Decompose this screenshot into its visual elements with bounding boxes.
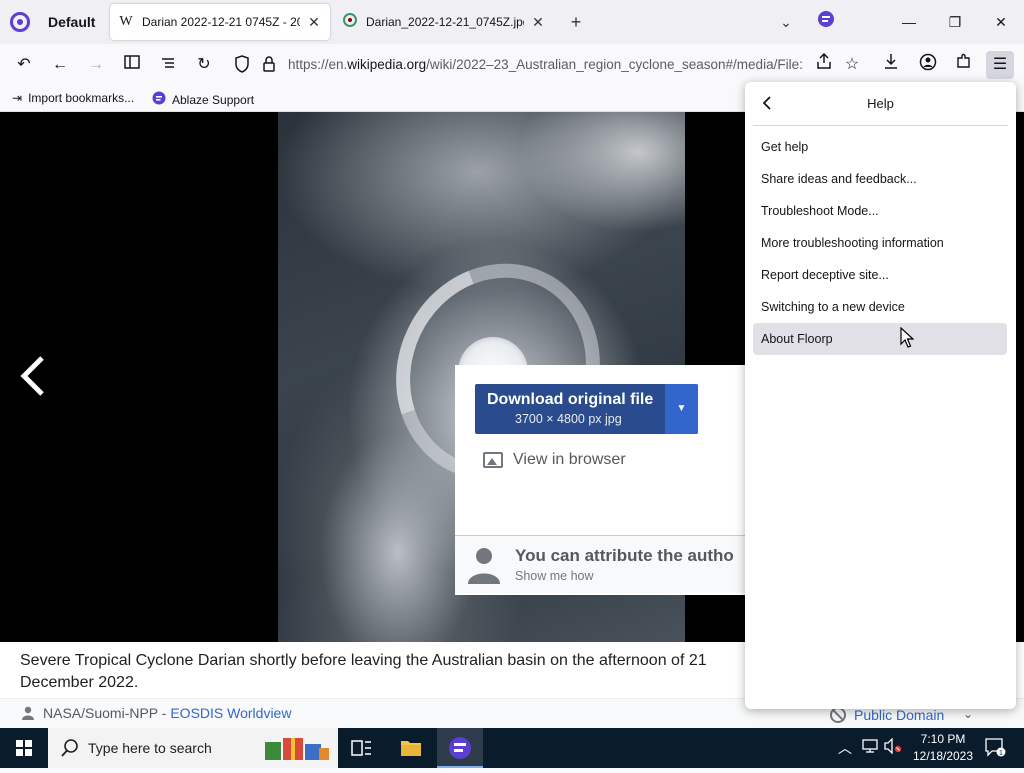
commons-icon xyxy=(342,12,358,32)
bookmark-star-icon[interactable]: ☆ xyxy=(840,53,864,77)
bookmark-label: Import bookmarks... xyxy=(28,91,135,105)
public-domain-icon xyxy=(830,707,846,723)
clock-time: 7:10 PM xyxy=(920,732,966,746)
navigation-bar: ↶ ← → ↻ https://en.wikipedia.org/wiki/20… xyxy=(0,44,1024,86)
expand-details-chevron-icon[interactable]: ⌄ xyxy=(963,707,973,721)
menu-item-get-help[interactable]: Get help xyxy=(753,131,1007,163)
clock-date: 12/18/2023 xyxy=(912,749,974,763)
mouse-cursor-icon xyxy=(900,326,915,349)
show-me-how-link[interactable]: Show me how xyxy=(515,569,594,583)
system-clock[interactable]: 7:10 PM 12/18/2023 xyxy=(908,731,978,765)
lock-icon[interactable] xyxy=(262,55,276,78)
floorp-browser-taskbar-icon[interactable] xyxy=(437,728,483,768)
credit-source-link[interactable]: EOSDIS Worldview xyxy=(170,705,291,721)
notification-count: 1 xyxy=(999,750,1003,757)
url-host: wikipedia.org xyxy=(347,57,427,72)
task-view-icon[interactable] xyxy=(338,728,384,768)
credit-author: NASA/Suomi-NPP - xyxy=(43,705,167,721)
floorp-sidebar-icon[interactable] xyxy=(814,10,838,34)
url-prefix: https://en. xyxy=(288,57,348,72)
account-icon[interactable] xyxy=(916,53,940,77)
search-icon xyxy=(60,738,80,758)
network-icon[interactable] xyxy=(862,738,878,757)
tab-darian-wikipedia[interactable]: W Darian 2022-12-21 0745Z - 2022 ✕ xyxy=(110,4,330,40)
attribution-panel[interactable]: You can attribute the autho Show me how xyxy=(455,535,755,593)
ablaze-icon xyxy=(152,91,166,108)
tab-strip: Default W Darian 2022-12-21 0745Z - 2022… xyxy=(0,0,1024,44)
share-icon[interactable] xyxy=(812,52,836,77)
close-window-button[interactable]: ✕ xyxy=(986,8,1016,36)
bookmark-label: Ablaze Support xyxy=(172,92,255,107)
windows-taskbar: Type here to search ︿ 7:10 PM 12/18/2023… xyxy=(0,728,1024,768)
extensions-icon[interactable] xyxy=(952,53,976,77)
tree-style-tabs-icon[interactable] xyxy=(156,53,180,77)
forward-icon[interactable]: → xyxy=(84,53,108,77)
volume-muted-icon[interactable] xyxy=(884,737,902,757)
start-button[interactable] xyxy=(0,728,48,768)
view-in-browser-label: View in browser xyxy=(513,451,626,468)
download-options-dropdown-icon[interactable]: ▼ xyxy=(665,384,698,434)
license-label: Public Domain xyxy=(854,707,945,723)
list-all-tabs-icon[interactable]: ⌄ xyxy=(774,10,798,34)
search-highlight-gifts-icon xyxy=(263,734,331,762)
tab-title: Darian_2022-12-21_0745Z.jpg (JP xyxy=(366,15,524,29)
new-tab-button[interactable]: + xyxy=(564,10,588,34)
tab-darian-jpg[interactable]: Darian_2022-12-21_0745Z.jpg (JP ✕ xyxy=(334,4,554,40)
restore-button[interactable]: ❐ xyxy=(940,8,970,36)
taskbar-search-box[interactable]: Type here to search xyxy=(48,728,338,768)
downloads-icon[interactable] xyxy=(879,53,903,77)
previous-image-arrow-icon[interactable] xyxy=(16,354,48,398)
download-size: 3700 × 4800 px jpg xyxy=(515,412,622,426)
tab-close-icon[interactable]: ✕ xyxy=(306,14,322,31)
sidebar-toggle-icon[interactable] xyxy=(120,53,144,77)
file-explorer-icon[interactable] xyxy=(388,728,434,768)
author-icon xyxy=(22,706,34,720)
minimize-button[interactable]: — xyxy=(894,8,924,36)
menu-separator xyxy=(753,125,1008,126)
menu-item-troubleshooting-info[interactable]: More troubleshooting information xyxy=(753,227,1007,259)
tracking-protection-shield-icon[interactable] xyxy=(234,55,250,78)
menu-item-switching-device[interactable]: Switching to a new device xyxy=(753,291,1007,323)
image-credit: NASA/Suomi-NPP - EOSDIS Worldview xyxy=(22,705,291,721)
back-icon[interactable]: ← xyxy=(48,53,72,77)
search-placeholder: Type here to search xyxy=(88,740,212,756)
floorp-logo-icon[interactable] xyxy=(10,12,30,32)
person-icon xyxy=(467,546,501,584)
license-link[interactable]: Public Domain xyxy=(830,707,944,723)
url-bar[interactable]: https://en.wikipedia.org/wiki/2022–23_Au… xyxy=(228,49,812,81)
app-menu-hamburger-icon[interactable]: ☰ xyxy=(986,51,1014,79)
menu-item-share-feedback[interactable]: Share ideas and feedback... xyxy=(753,163,1007,195)
url-path: /wiki/2022–23_Australian_region_cyclone_… xyxy=(426,57,803,72)
reload-icon[interactable]: ↻ xyxy=(192,53,216,77)
wikipedia-icon: W xyxy=(119,14,133,29)
notification-center-icon[interactable]: 1 xyxy=(984,736,1006,761)
menu-item-report-deceptive-site[interactable]: Report deceptive site... xyxy=(753,259,1007,291)
help-menu-panel: Help Get help Share ideas and feedback..… xyxy=(745,82,1016,709)
tab-title: Darian 2022-12-21 0745Z - 2022 xyxy=(142,15,300,29)
image-caption: Severe Tropical Cyclone Darian shortly b… xyxy=(20,652,707,691)
show-hidden-icons-chevron-icon[interactable]: ︿ xyxy=(838,738,852,758)
view-in-browser-link[interactable]: View in browser xyxy=(483,451,626,469)
menu-item-about-floorp[interactable]: About Floorp xyxy=(753,323,1007,355)
workspace-label[interactable]: Default xyxy=(48,14,95,30)
image-icon xyxy=(483,452,503,468)
undo-close-tab-icon[interactable]: ↶ xyxy=(12,53,36,77)
bookmark-import[interactable]: ⇥ Import bookmarks... xyxy=(12,91,134,105)
help-menu-title: Help xyxy=(867,96,894,111)
menu-item-troubleshoot-mode[interactable]: Troubleshoot Mode... xyxy=(753,195,1007,227)
bookmark-ablaze-support[interactable]: Ablaze Support xyxy=(152,91,254,108)
import-icon: ⇥ xyxy=(12,91,23,105)
attribution-headline: You can attribute the autho xyxy=(515,546,734,565)
tab-close-icon[interactable]: ✕ xyxy=(530,14,546,31)
url-text[interactable]: https://en.wikipedia.org/wiki/2022–23_Au… xyxy=(288,57,806,72)
download-label: Download original file xyxy=(487,391,654,408)
